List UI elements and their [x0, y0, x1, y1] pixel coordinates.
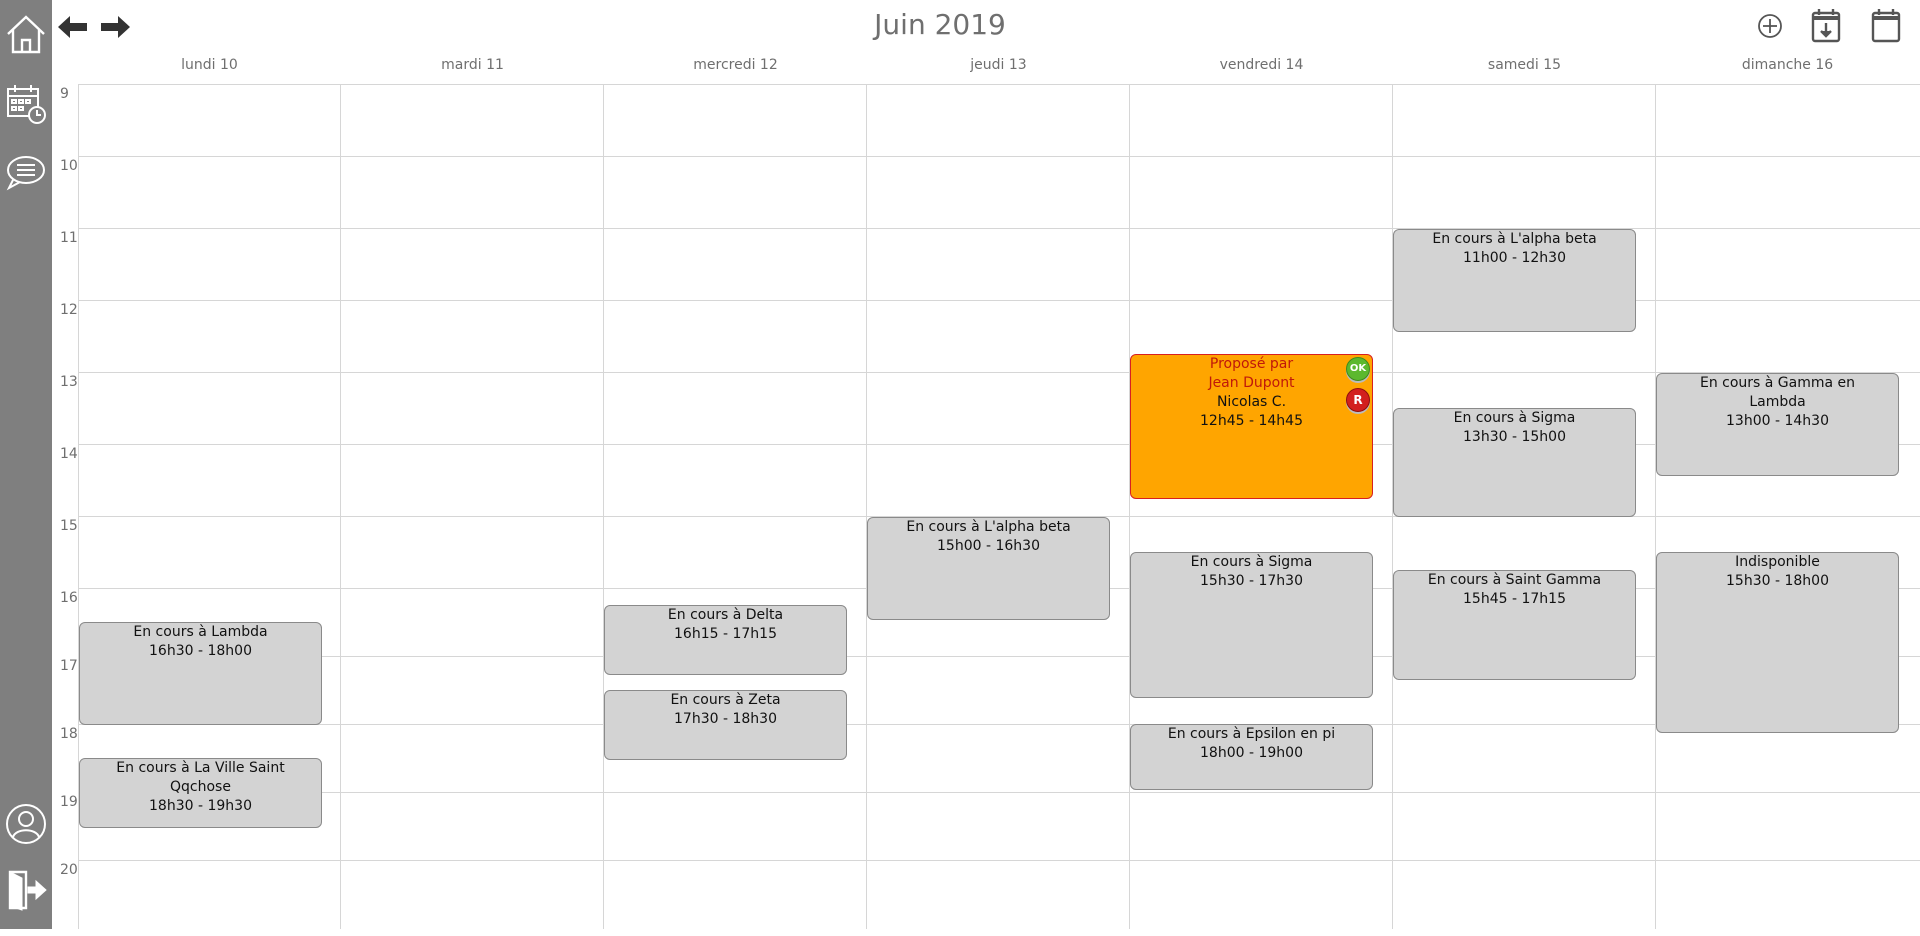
event-time: 16h15 - 17h15: [674, 626, 777, 642]
grid-line: [78, 372, 1920, 373]
event-time: 15h45 - 17h15: [1463, 591, 1566, 607]
grid-line: [603, 84, 604, 929]
user-icon[interactable]: [4, 802, 48, 846]
grid-line: [78, 656, 1920, 657]
grid-line: [1129, 84, 1130, 929]
grid-line: [78, 228, 1920, 229]
hour-label: 19: [60, 794, 78, 810]
event-card[interactable]: En cours à Sigma 15h30 - 17h30: [1130, 552, 1373, 698]
week-grid: lundi 10 mardi 11 mercredi 12 jeudi 13 v…: [52, 0, 1920, 929]
sidebar: [0, 0, 52, 929]
chat-icon[interactable]: [4, 150, 48, 194]
event-card[interactable]: En cours à Sigma 13h30 - 15h00: [1393, 408, 1636, 517]
event-card[interactable]: En cours à Epsilon en pi 18h00 - 19h00: [1130, 724, 1373, 790]
event-title: En cours à Delta: [667, 607, 784, 623]
event-time: 13h30 - 15h00: [1463, 429, 1566, 445]
hour-label: 14: [60, 446, 78, 462]
grid-line: [78, 84, 1920, 85]
event-title: En cours à Sigma: [1190, 554, 1313, 570]
hour-label: 9: [60, 86, 69, 102]
proposed-event-card[interactable]: Proposé par Jean Dupont Nicolas C. 12h45…: [1130, 354, 1373, 499]
grid-line: [78, 156, 1920, 157]
event-proposer-label: Proposé par: [1209, 356, 1294, 372]
event-card[interactable]: En cours à Delta 16h15 - 17h15: [604, 605, 847, 675]
hour-label: 11: [60, 230, 78, 246]
grid-line: [866, 84, 867, 929]
grid-line: [1655, 84, 1656, 929]
grid-line: [340, 84, 341, 929]
event-card[interactable]: En cours à La Ville Saint Qqchose 18h30 …: [79, 758, 322, 828]
event-time: 18h30 - 19h30: [149, 798, 252, 814]
event-title: En cours à Gamma en: [1699, 375, 1856, 391]
event-time: 15h30 - 17h30: [1200, 573, 1303, 589]
hour-label: 17: [60, 658, 78, 674]
event-time: 18h00 - 19h00: [1200, 745, 1303, 761]
event-title: Lambda: [1749, 394, 1806, 410]
day-header: mardi 11: [441, 57, 504, 73]
event-card[interactable]: En cours à Saint Gamma 15h45 - 17h15: [1393, 570, 1636, 680]
event-time: 15h30 - 18h00: [1726, 573, 1829, 589]
day-header: samedi 15: [1487, 57, 1562, 73]
day-header: dimanche 16: [1741, 57, 1834, 73]
day-header: jeudi 13: [970, 57, 1027, 73]
event-time: 16h30 - 18h00: [149, 643, 252, 659]
day-header: mercredi 12: [693, 57, 778, 73]
hour-label: 12: [60, 302, 78, 318]
accept-button[interactable]: OK: [1346, 357, 1370, 381]
hour-label: 18: [60, 726, 78, 742]
event-title: En cours à L'alpha beta: [1432, 231, 1597, 247]
hour-label: 15: [60, 518, 78, 534]
grid-line: [78, 724, 1920, 725]
event-title: En cours à Zeta: [670, 692, 781, 708]
event-card[interactable]: Indisponible 15h30 - 18h00: [1656, 552, 1899, 733]
event-time: 13h00 - 14h30: [1726, 413, 1829, 429]
event-title: En cours à La Ville Saint: [116, 760, 285, 776]
logout-icon[interactable]: [4, 868, 48, 912]
hour-label: 13: [60, 374, 78, 390]
grid-line: [78, 860, 1920, 861]
event-card[interactable]: En cours à L'alpha beta 15h00 - 16h30: [867, 517, 1110, 620]
grid-line: [78, 792, 1920, 793]
event-time: 15h00 - 16h30: [937, 538, 1040, 554]
event-title: Indisponible: [1735, 554, 1820, 570]
event-card[interactable]: En cours à Lambda 16h30 - 18h00: [79, 622, 322, 725]
home-icon[interactable]: [4, 12, 48, 56]
event-time: 17h30 - 18h30: [674, 711, 777, 727]
event-time: 12h45 - 14h45: [1200, 413, 1303, 429]
event-proposer-name: Jean Dupont: [1208, 375, 1295, 391]
event-card[interactable]: En cours à L'alpha beta 11h00 - 12h30: [1393, 229, 1636, 332]
calendar-clock-icon[interactable]: [4, 82, 48, 126]
event-title: En cours à Epsilon en pi: [1167, 726, 1336, 742]
event-title: En cours à Sigma: [1453, 410, 1576, 426]
event-card[interactable]: En cours à Zeta 17h30 - 18h30: [604, 690, 847, 760]
event-title: Qqchose: [170, 779, 231, 795]
hour-label: 16: [60, 590, 78, 606]
grid-line: [78, 444, 1920, 445]
hour-label: 20: [60, 862, 78, 878]
day-header: vendredi 14: [1219, 57, 1304, 73]
grid-line: [78, 300, 1920, 301]
event-title: Nicolas C.: [1216, 394, 1287, 410]
event-card[interactable]: En cours à Gamma en Lambda 13h00 - 14h30: [1656, 373, 1899, 476]
event-title: En cours à Lambda: [133, 624, 268, 640]
hour-label: 10: [60, 158, 78, 174]
event-title: En cours à L'alpha beta: [906, 519, 1071, 535]
event-time: 11h00 - 12h30: [1463, 250, 1566, 266]
reject-button[interactable]: R: [1346, 388, 1370, 412]
event-title: En cours à Saint Gamma: [1427, 572, 1602, 588]
day-header: lundi 10: [181, 57, 238, 73]
